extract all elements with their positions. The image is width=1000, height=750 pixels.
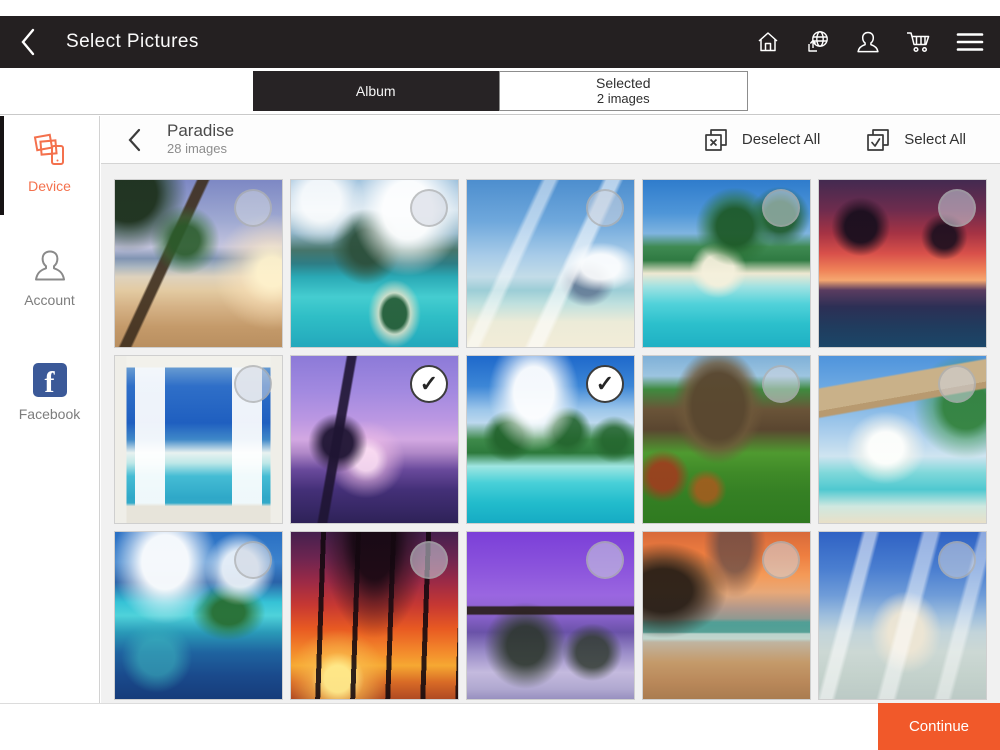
sidebar-item-device[interactable]: Device xyxy=(0,130,99,230)
active-item-indicator xyxy=(0,116,4,215)
selection-circle[interactable] xyxy=(234,541,272,579)
tab-album-label: Album xyxy=(355,82,396,99)
selection-circle[interactable] xyxy=(938,365,976,403)
selection-circle[interactable] xyxy=(586,189,624,227)
selection-circle[interactable] xyxy=(234,189,272,227)
photo-palms-turquoise-water[interactable]: ✓ xyxy=(466,355,635,524)
photo-thatched-hut[interactable] xyxy=(642,355,811,524)
sidebar-item-account-label: Account xyxy=(24,292,75,308)
photo-beach-with-boat[interactable] xyxy=(466,179,635,348)
facebook-logo-glyph: f xyxy=(32,363,67,397)
photo-grid: ✓ ✓ xyxy=(101,165,1000,703)
selection-circle[interactable] xyxy=(762,189,800,227)
sidebar-item-account[interactable]: Account xyxy=(0,244,99,344)
account-icon[interactable] xyxy=(855,29,881,55)
sidebar-item-device-label: Device xyxy=(28,178,71,194)
photo-purple-sunset-palm[interactable]: ✓ xyxy=(290,355,459,524)
selection-circle[interactable] xyxy=(938,189,976,227)
page-title: Select Pictures xyxy=(66,31,199,52)
tab-strip: Album Selected 2 images xyxy=(0,68,1000,115)
selected-check-circle[interactable]: ✓ xyxy=(410,365,448,403)
photo-hammock-palm[interactable] xyxy=(818,355,987,524)
selection-circle[interactable] xyxy=(762,365,800,403)
album-back-chevron-icon[interactable] xyxy=(127,128,141,152)
tab-selected-sublabel: 2 images xyxy=(596,90,650,106)
photo-purple-mountain-bay[interactable] xyxy=(466,531,635,700)
menu-icon[interactable] xyxy=(956,31,984,53)
tab-selected[interactable]: Selected 2 images xyxy=(499,71,748,111)
photo-island-palms[interactable] xyxy=(642,179,811,348)
header-icon-group xyxy=(755,29,1000,55)
select-all-button[interactable]: Select All xyxy=(864,126,966,154)
app-header: Select Pictures xyxy=(0,16,1000,68)
deselect-all-label: Deselect All xyxy=(741,131,821,148)
photo-sandbar-umbrella[interactable] xyxy=(818,531,987,700)
cart-icon[interactable] xyxy=(905,29,932,55)
selection-circle[interactable] xyxy=(586,541,624,579)
source-sidebar: Device Account f Facebook xyxy=(0,116,100,703)
globe-upload-icon[interactable] xyxy=(805,29,831,55)
photo-pink-sunset-silhouette[interactable] xyxy=(818,179,987,348)
album-header: Paradise 28 images Deselect All Select A… xyxy=(101,116,1000,164)
photo-palm-beach-sunrise[interactable] xyxy=(114,179,283,348)
selection-circle[interactable] xyxy=(234,365,272,403)
sidebar-item-facebook[interactable]: f Facebook xyxy=(0,358,99,458)
sidebar-item-facebook-label: Facebook xyxy=(18,406,81,422)
album-title-block: Paradise 28 images xyxy=(167,122,234,156)
deselect-all-button[interactable]: Deselect All xyxy=(702,126,820,154)
continue-button[interactable]: Continue xyxy=(878,703,1000,750)
facebook-icon: f xyxy=(32,358,67,402)
photo-window-to-beach[interactable] xyxy=(114,355,283,524)
deselect-all-icon xyxy=(705,128,727,151)
album-name: Paradise xyxy=(167,121,235,141)
select-all-label: Select All xyxy=(904,131,966,148)
home-icon[interactable] xyxy=(755,29,781,55)
album-image-count: 28 images xyxy=(167,141,227,157)
footer-bar: Continue xyxy=(0,703,1000,750)
tab-album[interactable]: Album xyxy=(252,71,499,111)
person-icon xyxy=(30,244,70,288)
album-actions: Deselect All Select All xyxy=(702,126,1000,154)
select-all-icon xyxy=(867,128,890,151)
segmented-control: Album Selected 2 images xyxy=(252,71,748,111)
selection-circle[interactable] xyxy=(410,541,448,579)
main-content: Paradise 28 images Deselect All Select A… xyxy=(101,116,1000,703)
selection-circle[interactable] xyxy=(938,541,976,579)
device-photos-icon xyxy=(29,130,71,174)
photo-aerial-lagoon-island[interactable] xyxy=(114,531,283,700)
selected-check-circle[interactable]: ✓ xyxy=(586,365,624,403)
selection-circle[interactable] xyxy=(762,541,800,579)
selection-circle[interactable] xyxy=(410,189,448,227)
photo-red-sunset-palm-trunks[interactable] xyxy=(290,531,459,700)
back-chevron-icon[interactable] xyxy=(20,27,40,57)
photo-sunset-cliff-beach[interactable] xyxy=(642,531,811,700)
tab-selected-label: Selected xyxy=(596,75,651,92)
photo-bora-bora-lagoon[interactable] xyxy=(290,179,459,348)
